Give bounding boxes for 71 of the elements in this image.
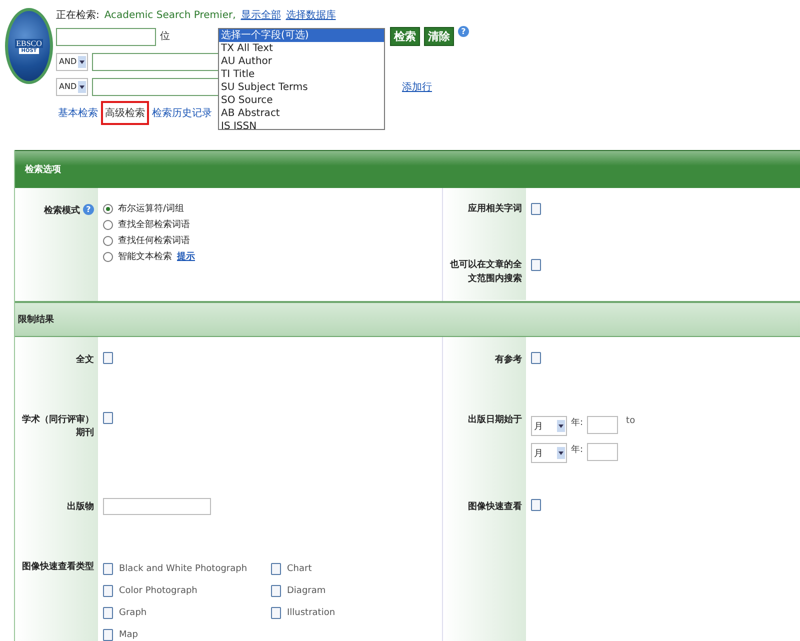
field-label: 有参考: [495, 353, 522, 366]
search-button[interactable]: 检索: [390, 27, 420, 46]
year-label: 年:: [571, 444, 584, 456]
dropdown-option[interactable]: SU Subject Terms: [219, 81, 384, 94]
radio-button[interactable]: [103, 252, 113, 262]
field-label: 检索模式: [44, 204, 80, 217]
dropdown-option[interactable]: SO Source: [219, 94, 384, 107]
checkbox[interactable]: [103, 607, 113, 619]
checkbox[interactable]: [531, 499, 541, 511]
option-label: Illustration: [287, 608, 336, 618]
dropdown-option[interactable]: AB Abstract: [219, 107, 384, 120]
month-select[interactable]: 月: [531, 443, 567, 463]
field-label: 图像快速查看类型: [22, 560, 94, 573]
searching-label: 正在检索:: [56, 8, 100, 22]
hint-link[interactable]: 提示: [177, 250, 195, 263]
search-tab[interactable]: 基本检索: [56, 103, 100, 123]
field-label: 图像快速查看: [468, 500, 522, 513]
to-label: to: [626, 416, 636, 426]
checkbox[interactable]: [271, 563, 281, 575]
checkbox[interactable]: [531, 259, 541, 271]
field-label: 全文: [76, 353, 94, 366]
option-label: Black and White Photograph: [119, 564, 248, 574]
checkbox[interactable]: [103, 563, 113, 575]
field-label: 应用相关字词: [468, 202, 522, 216]
option-label: 查找任何检索词语: [118, 234, 190, 247]
year-input[interactable]: [587, 443, 618, 461]
field-label: 也可以在文章的全文范围内搜索: [449, 258, 522, 286]
operator-select[interactable]: AND: [56, 52, 88, 70]
checkbox[interactable]: [103, 585, 113, 597]
checkbox[interactable]: [531, 352, 541, 364]
checkbox[interactable]: [271, 585, 281, 597]
field-dropdown-list[interactable]: 选择一个字段(可选) TX All Text AU Author TI Title SU Subject Terms SO Source AB Abstract IS ISSN: [218, 28, 385, 130]
option-label: 查找全部检索词语: [118, 218, 190, 231]
field-label: 出版物: [67, 500, 94, 513]
year-input[interactable]: [587, 416, 618, 434]
checkbox[interactable]: [103, 352, 113, 364]
add-row-link[interactable]: 添加行: [402, 80, 432, 94]
option-label: Map: [119, 630, 138, 640]
checkbox[interactable]: [531, 203, 541, 215]
dropdown-option[interactable]: TX All Text: [219, 42, 384, 55]
database-name: Academic Search Premier,: [104, 10, 236, 20]
search-input[interactable]: [56, 28, 156, 46]
option-label: Graph: [119, 608, 147, 618]
field-label: 出版日期始于: [468, 413, 522, 426]
header-link[interactable]: 显示全部: [240, 8, 281, 22]
search-tab[interactable]: 高级检索: [101, 101, 149, 125]
option-label: Diagram: [287, 586, 326, 596]
checkbox[interactable]: [271, 607, 281, 619]
radio-button[interactable]: [103, 204, 113, 214]
header-link[interactable]: 选择数据库: [286, 8, 336, 22]
radio-button[interactable]: [103, 220, 113, 230]
search-button[interactable]: 清除: [424, 27, 454, 46]
option-label: 布尔运算符/词组: [118, 202, 184, 215]
radio-button[interactable]: [103, 236, 113, 246]
dropdown-option[interactable]: TI Title: [219, 68, 384, 81]
dropdown-option[interactable]: AU Author: [219, 55, 384, 68]
checkbox[interactable]: [103, 412, 113, 424]
section-title: 检索选项: [25, 163, 61, 176]
publication-input[interactable]: [103, 498, 211, 515]
month-select[interactable]: 月: [531, 416, 567, 436]
search-tab[interactable]: 检索历史记录: [150, 103, 214, 123]
checkbox[interactable]: [103, 629, 113, 641]
section-title: 限制结果: [18, 313, 54, 326]
dropdown-option[interactable]: IS ISSN: [219, 120, 384, 129]
option-label: Color Photograph: [119, 586, 198, 596]
option-label: Chart: [287, 564, 312, 574]
operator-select[interactable]: AND: [56, 78, 88, 96]
option-label: 智能文本检索: [118, 250, 172, 263]
dropdown-option[interactable]: 选择一个字段(可选): [219, 29, 384, 42]
field-label: 学术（同行评审）期刊: [21, 413, 94, 439]
year-label: 年:: [571, 416, 584, 429]
